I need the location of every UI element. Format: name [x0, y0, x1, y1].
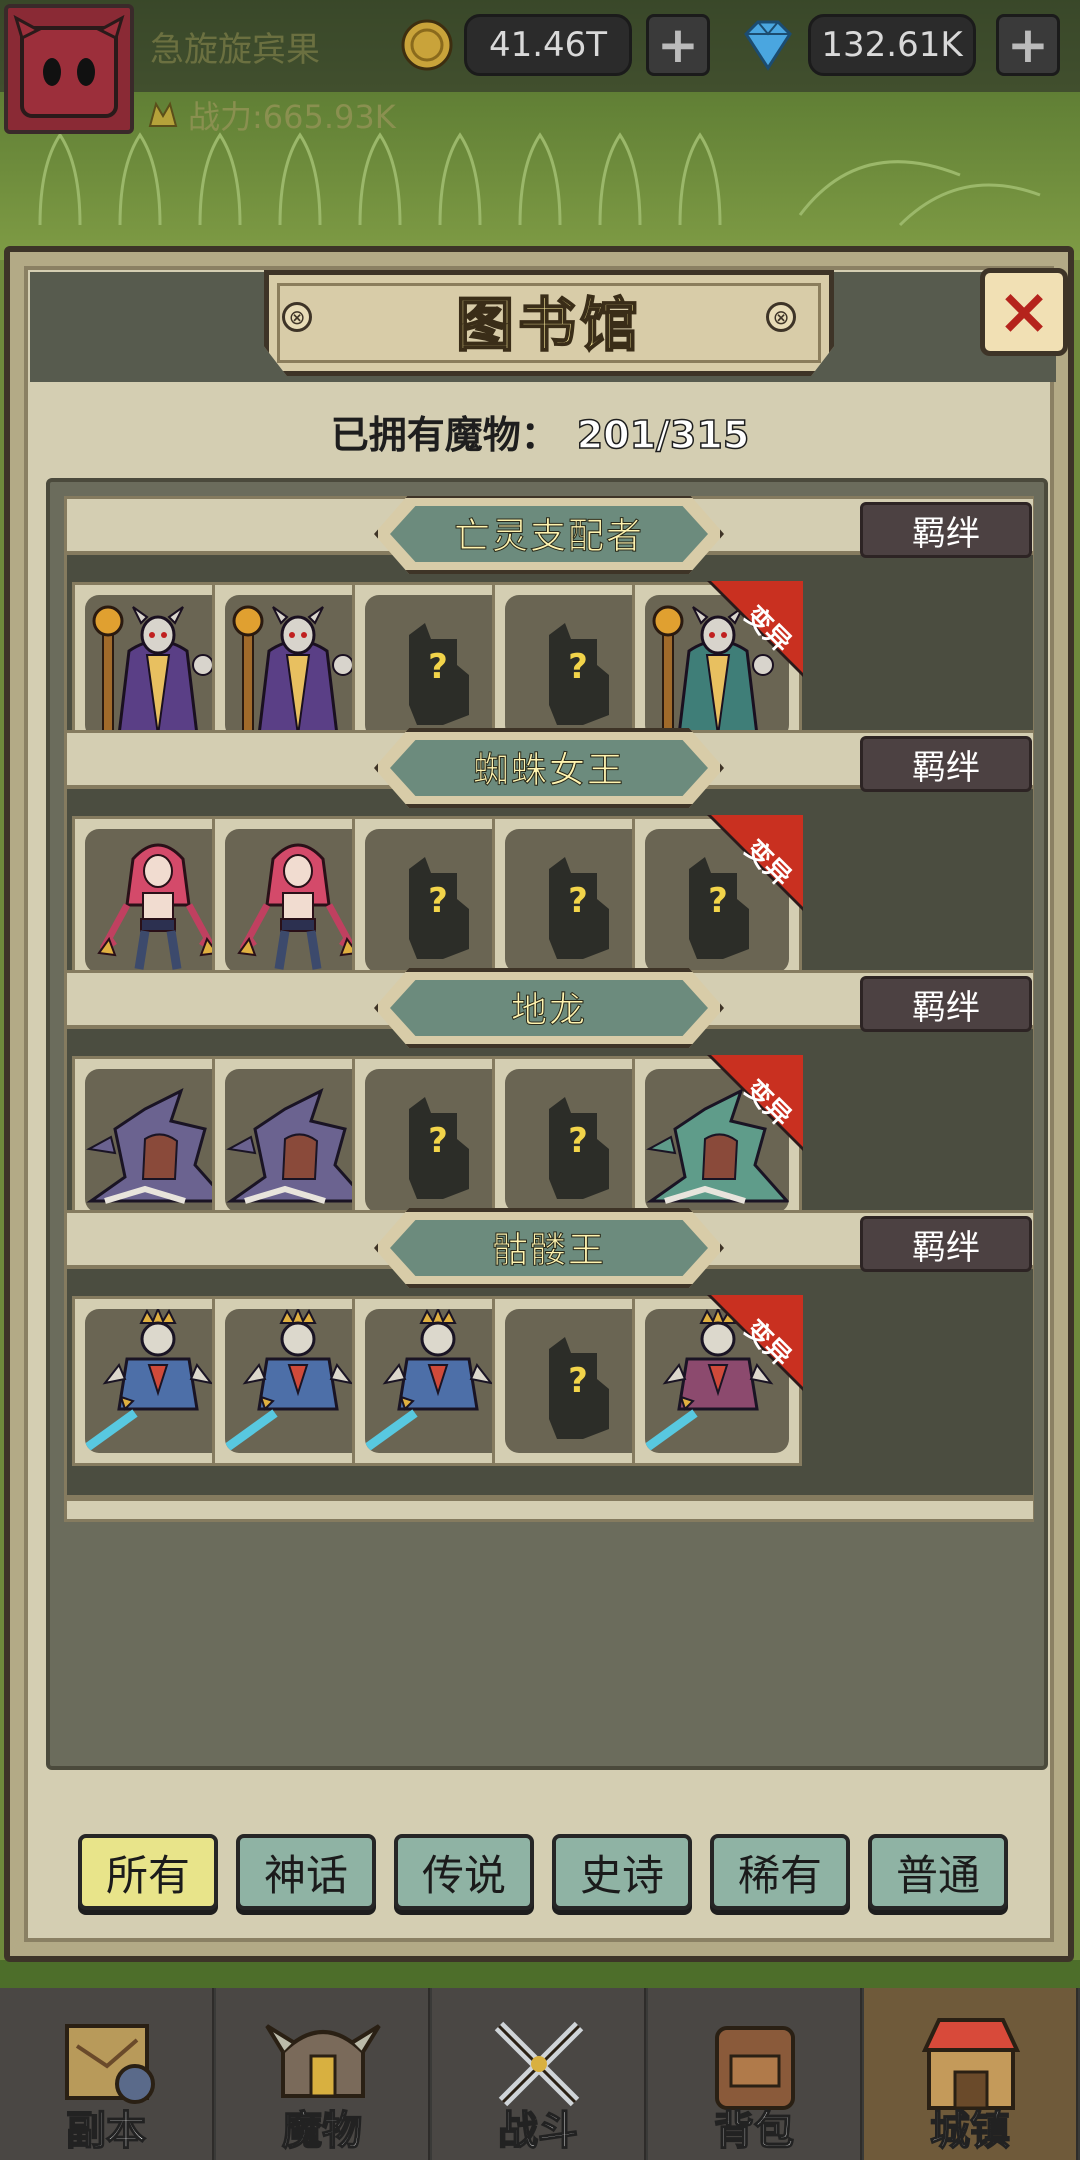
nav-item[interactable]: 背包	[648, 1988, 862, 2160]
bond-button[interactable]: 羁绊	[860, 1216, 1032, 1272]
combat-power-value: 战力:665.93K	[188, 98, 396, 136]
owned-label: 已拥有魔物：	[330, 413, 559, 457]
slot-portrait	[225, 829, 369, 973]
collection-scroll-area[interactable]: 亡灵支配者 羁绊 ? ? 变异 蜘蛛女王 羁绊 ? ? ? 变异 地龙 羁绊 ?…	[64, 496, 1034, 1746]
combat-power: 战力:665.93K	[146, 92, 396, 138]
slot-portrait	[85, 1309, 229, 1453]
group-name: 亡灵支配者	[453, 516, 644, 558]
library-modal: ⊗ ⊗ 图书馆 × 已拥有魔物： 201/315 亡灵支配者 羁绊 ? ? 变异…	[4, 246, 1074, 1962]
slot-portrait	[85, 829, 229, 973]
add-gold-button[interactable]: +	[646, 14, 710, 76]
group-name: 地龙	[510, 990, 587, 1032]
slot-portrait: ?	[505, 595, 649, 739]
gold-coin-icon	[401, 19, 453, 71]
nav-item[interactable]: 魔物	[216, 1988, 430, 2160]
monster-slot[interactable]: 变异	[632, 581, 803, 752]
group-name: 骷髅王	[491, 1230, 606, 1272]
unknown-mark: ?	[428, 881, 448, 921]
earth-dragon-creature-icon	[225, 1088, 369, 1204]
nav-label: 副本	[65, 2107, 147, 2155]
unknown-mark: ?	[428, 1121, 448, 1161]
filter-tab[interactable]: 史诗	[552, 1834, 692, 1910]
slot-portrait: ?	[505, 1309, 649, 1453]
slot-portrait	[85, 1069, 229, 1213]
nav-label: 战斗	[497, 2107, 579, 2155]
filter-tab[interactable]: 普通	[868, 1834, 1008, 1910]
nav-label: 魔物	[281, 2107, 363, 2155]
nav-label: 背包	[713, 2107, 795, 2155]
group-base	[64, 1498, 1034, 1522]
modal-title: 图书馆	[455, 290, 642, 360]
unknown-mark: ?	[568, 881, 588, 921]
slot-portrait	[85, 595, 229, 739]
earth-dragon-creature-icon	[85, 1088, 229, 1204]
avatar-face-icon	[13, 14, 125, 118]
unknown-mark: ?	[568, 647, 588, 687]
lich-creature-icon	[92, 605, 214, 737]
bottom-navigation: 副本 魔物 战斗 背包 城镇	[0, 1988, 1080, 2160]
close-icon: ×	[997, 275, 1051, 349]
skeleton-king-creature-icon	[225, 1309, 354, 1453]
close-button[interactable]: ×	[980, 268, 1068, 356]
add-gems-button[interactable]: +	[996, 14, 1060, 76]
owned-monsters-row: 已拥有魔物： 201/315	[10, 404, 1070, 459]
monster-group: 骷髅王 羁绊 ? 变异	[64, 1208, 1034, 1530]
bond-button[interactable]: 羁绊	[860, 502, 1032, 558]
bond-button[interactable]: 羁绊	[860, 736, 1032, 792]
filter-tab[interactable]: 神话	[236, 1834, 376, 1910]
gold-amount: 41.46T	[464, 14, 632, 76]
monster-collection-list[interactable]: 亡灵支配者 羁绊 ? ? 变异 蜘蛛女王 羁绊 ? ? ? 变异 地龙 羁绊 ?…	[46, 478, 1048, 1770]
group-name: 蜘蛛女王	[472, 750, 625, 792]
skeleton-king-creature-icon	[365, 1309, 494, 1453]
monster-slot[interactable]: 变异	[632, 1295, 803, 1466]
bond-button[interactable]: 羁绊	[860, 976, 1032, 1032]
locked-monster-slot[interactable]: ? 变异	[632, 815, 803, 986]
power-icon	[148, 101, 178, 127]
slot-portrait: ?	[505, 1069, 649, 1213]
slot-portrait	[225, 595, 369, 739]
spider-queen-creature-icon	[237, 843, 359, 970]
filter-tab[interactable]: 所有	[78, 1834, 218, 1910]
slot-portrait	[225, 1069, 369, 1213]
gem-amount: 132.61K	[808, 14, 976, 76]
slot-portrait: ?	[505, 829, 649, 973]
skeleton-king-creature-icon	[85, 1309, 214, 1453]
slot-portrait: ?	[365, 829, 509, 973]
player-avatar[interactable]	[4, 4, 134, 134]
lich-creature-icon	[232, 605, 354, 737]
slot-portrait	[225, 1309, 369, 1453]
slot-portrait: ?	[365, 1069, 509, 1213]
unknown-mark: ?	[428, 647, 448, 687]
slot-portrait	[365, 1309, 509, 1453]
filter-tab[interactable]: 稀有	[710, 1834, 850, 1910]
nav-item[interactable]: 战斗	[432, 1988, 646, 2160]
diamond-gem-icon	[744, 20, 792, 71]
rarity-filter-bar: 所有 神话 传说 史诗 稀有 普通	[78, 1834, 1018, 1914]
unknown-mark: ?	[568, 1121, 588, 1161]
unknown-mark: ?	[568, 1361, 588, 1401]
nav-item[interactable]: 副本	[0, 1988, 214, 2160]
slot-portrait: ?	[365, 595, 509, 739]
spider-queen-creature-icon	[97, 843, 219, 970]
nav-item[interactable]: 城镇	[864, 1988, 1078, 2160]
monster-slot[interactable]: 变异	[632, 1055, 803, 1226]
filter-tab[interactable]: 传说	[394, 1834, 534, 1910]
player-name: 急旋旋宾果	[150, 30, 320, 70]
owned-count: 201/315	[576, 412, 750, 458]
nav-label: 城镇	[929, 2107, 1011, 2155]
